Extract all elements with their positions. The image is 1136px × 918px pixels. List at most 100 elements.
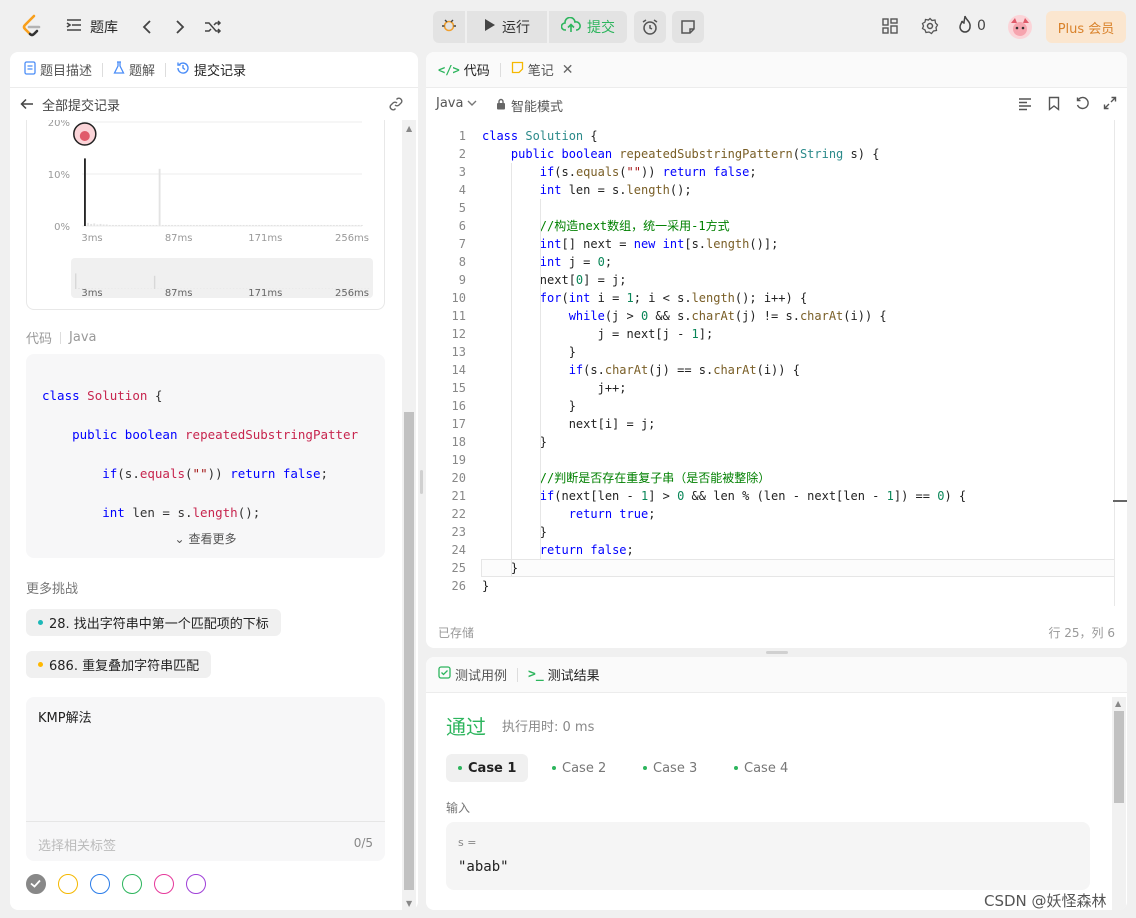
leetcode-logo[interactable] xyxy=(20,14,44,38)
scroll-thumb[interactable] xyxy=(1114,711,1124,803)
language-label: Java xyxy=(436,96,464,111)
vertical-resize-handle[interactable] xyxy=(766,651,788,654)
code-line[interactable]: } xyxy=(482,343,966,361)
plus-membership-button[interactable]: Plus 会员 xyxy=(1046,11,1126,43)
left-scrollbar[interactable]: ▲ ▼ xyxy=(402,120,416,910)
scroll-up-icon[interactable]: ▲ xyxy=(1115,699,1121,708)
challenge-item[interactable]: 686. 重复叠加字符串匹配 xyxy=(26,651,212,678)
chart-bar xyxy=(208,224,211,226)
language-select[interactable]: Java xyxy=(436,96,477,111)
code-line[interactable]: j = next[j - 1]; xyxy=(482,325,966,343)
code-line[interactable]: int[] next = new int[s.length()]; xyxy=(482,235,966,253)
editor-scroll-track[interactable] xyxy=(1114,120,1115,606)
code-line[interactable]: if(s.charAt(j) == s.charAt(i)) { xyxy=(482,361,966,379)
code-line[interactable]: //判断是否存在重复子串（是否能被整除） xyxy=(482,469,966,487)
link-icon[interactable] xyxy=(388,96,404,116)
color-tag-pink[interactable] xyxy=(154,874,174,894)
code-line[interactable]: } xyxy=(482,559,966,577)
smart-mode-toggle[interactable]: 智能模式 xyxy=(496,96,563,115)
code-line[interactable]: next[i] = j; xyxy=(482,415,966,433)
bookmark-icon[interactable] xyxy=(1048,96,1060,115)
panel-resize-handle[interactable] xyxy=(420,470,423,494)
code-line[interactable]: j++; xyxy=(482,379,966,397)
code-line[interactable]: for(int i = 1; i < s.length(); i++) { xyxy=(482,289,966,307)
color-tag-purple[interactable] xyxy=(186,874,206,894)
note-icon[interactable] xyxy=(672,11,704,43)
code-line[interactable]: } xyxy=(482,523,966,541)
color-tag-green[interactable] xyxy=(122,874,142,894)
code-line[interactable]: while(j > 0 && s.charAt(j) != s.charAt(i… xyxy=(482,307,966,325)
code-line[interactable]: if(next[len - 1] > 0 && len % (len - nex… xyxy=(482,487,966,505)
scroll-up-icon[interactable]: ▲ xyxy=(406,124,412,133)
chart-bar xyxy=(164,224,167,226)
run-button[interactable]: 运行 xyxy=(467,11,547,43)
format-icon[interactable] xyxy=(1018,97,1032,115)
tab-description[interactable]: 题目描述 xyxy=(10,60,102,79)
tab-code[interactable]: </> 代码 xyxy=(426,60,500,80)
history-icon xyxy=(176,61,190,79)
chart-bar xyxy=(336,224,338,226)
result-scrollbar[interactable]: ▲ xyxy=(1112,697,1126,910)
color-tag-gray[interactable] xyxy=(26,874,46,894)
tab-notes-label: 笔记 xyxy=(527,64,554,79)
code-line[interactable] xyxy=(482,451,966,469)
challenge-item[interactable]: 28. 找出字符串中第一个匹配项的下标 xyxy=(26,609,281,636)
shuffle-icon[interactable] xyxy=(202,16,224,38)
settings-gear-icon[interactable] xyxy=(920,16,940,36)
tab-submissions[interactable]: 提交记录 xyxy=(166,60,256,79)
pass-dot xyxy=(458,766,462,770)
code-line[interactable] xyxy=(482,199,966,217)
prev-problem-icon[interactable] xyxy=(138,16,156,38)
back-arrow-icon[interactable] xyxy=(20,97,34,115)
code-line[interactable]: public boolean repeatedSubstringPattern(… xyxy=(482,145,966,163)
chart-bar xyxy=(298,224,301,226)
code-line[interactable]: int len = s.length(); xyxy=(482,181,966,199)
tab-results[interactable]: >_ 测试结果 xyxy=(518,665,610,684)
problems-label: 题库 xyxy=(90,20,118,36)
code-editor[interactable]: 1 2 3 4 5 6 7 8 9 10 11 12 13 14 15 16 17 18 19 20 21 22 23 24 2… xyxy=(426,120,1114,620)
submit-button[interactable]: 提交 xyxy=(549,11,627,43)
layout-grid-icon[interactable] xyxy=(880,16,900,36)
tab-solutions[interactable]: 题解 xyxy=(103,60,165,79)
next-problem-icon[interactable] xyxy=(171,16,189,38)
code-line[interactable]: return false; xyxy=(482,541,966,559)
close-icon[interactable]: ✕ xyxy=(562,62,574,78)
code-line[interactable]: int j = 0; xyxy=(482,253,966,271)
code-line[interactable]: return true; xyxy=(482,505,966,523)
problem-list-button[interactable]: 题库 xyxy=(66,16,118,38)
alarm-clock-icon[interactable] xyxy=(634,11,666,43)
color-tag-blue[interactable] xyxy=(90,874,110,894)
all-submissions-link[interactable]: 全部提交记录 xyxy=(42,95,120,114)
reset-icon[interactable] xyxy=(1075,96,1090,115)
fullscreen-icon[interactable] xyxy=(1103,96,1117,114)
streak-counter[interactable]: 0 xyxy=(958,15,986,37)
case-tab-4[interactable]: Case 4 xyxy=(722,754,800,782)
note-editor[interactable]: KMP解法 选择相关标签 0/5 xyxy=(26,697,385,861)
code-line[interactable]: } xyxy=(482,397,966,415)
tab-testcases[interactable]: 测试用例 xyxy=(426,665,517,684)
code-lines[interactable]: class Solution { public boolean repeated… xyxy=(482,127,966,595)
case-tab-2[interactable]: Case 2 xyxy=(540,754,618,782)
tab-notes[interactable]: 笔记 ✕ xyxy=(501,60,584,79)
avatar[interactable] xyxy=(1008,15,1032,39)
range-brush xyxy=(71,258,373,298)
scroll-down-icon[interactable]: ▼ xyxy=(406,899,412,908)
color-tag-yellow[interactable] xyxy=(58,874,78,894)
case-tab-3[interactable]: Case 3 xyxy=(631,754,709,782)
tag-selector[interactable]: 选择相关标签 xyxy=(38,835,116,854)
show-more-button[interactable]: ⌄ 查看更多 xyxy=(26,530,385,547)
chart-bar xyxy=(158,168,161,226)
code-line[interactable]: } xyxy=(482,433,966,451)
debug-button[interactable] xyxy=(433,11,465,43)
variable-value: "abab" xyxy=(458,859,509,875)
case-tab-1[interactable]: Case 1 xyxy=(446,754,529,782)
code-line[interactable]: next[0] = j; xyxy=(482,271,966,289)
note-text[interactable]: KMP解法 xyxy=(38,707,92,726)
runtime-distribution-chart: 20% 10% 0% 3ms 87ms 171ms 256ms 3ms 87ms 171ms 256… xyxy=(48,120,373,299)
scroll-thumb[interactable] xyxy=(404,412,414,890)
code-line[interactable]: //构造next数组，统一采用-1方式 xyxy=(482,217,966,235)
code-line[interactable]: if(s.equals("")) return false; xyxy=(482,163,966,181)
code-line[interactable]: class Solution { xyxy=(482,127,966,145)
code-line[interactable]: } xyxy=(482,577,966,595)
chart-bar xyxy=(211,224,214,226)
